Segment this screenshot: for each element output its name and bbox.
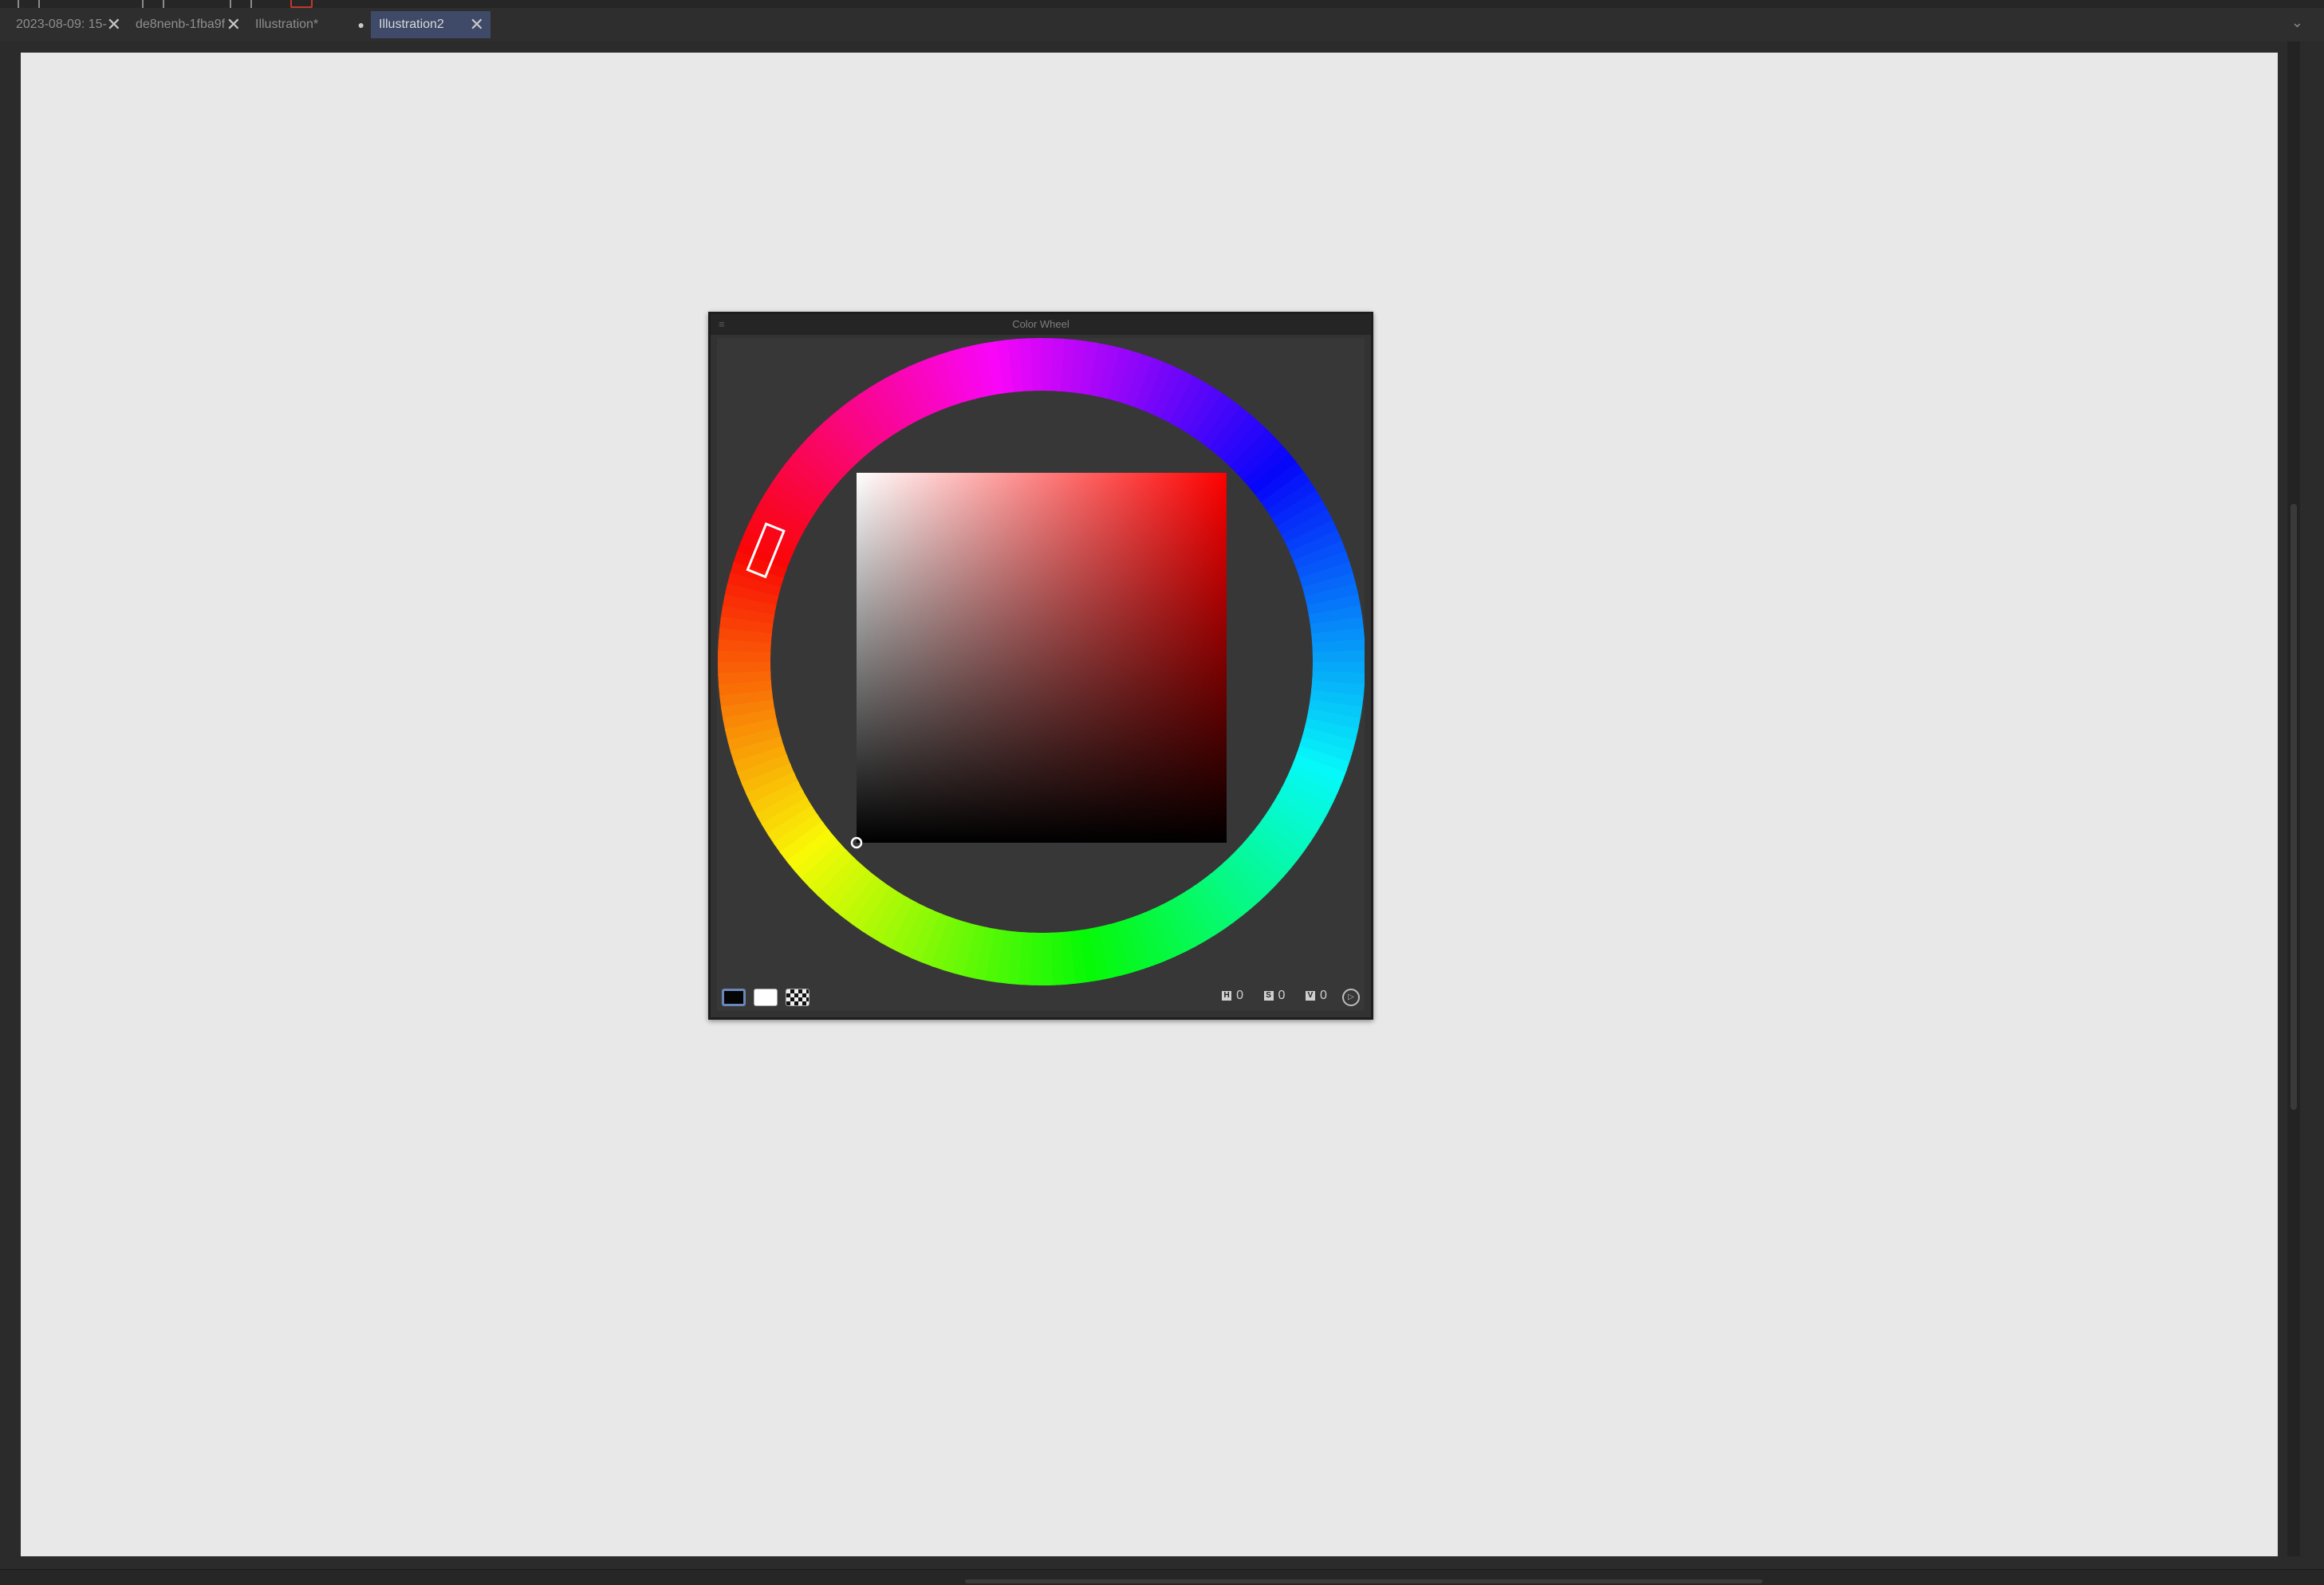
background-color-swatch[interactable]	[754, 989, 778, 1006]
close-icon[interactable]: ✕	[107, 11, 121, 38]
foreground-color-swatch[interactable]	[722, 989, 746, 1006]
close-icon[interactable]: ✕	[226, 11, 241, 38]
color-indicator-icon[interactable]	[290, 0, 313, 8]
modified-dot-icon: ●	[357, 18, 364, 31]
tab-label: Illustration2	[379, 18, 444, 31]
menu-icon[interactable]: ≡	[719, 314, 725, 335]
saturation-value[interactable]: 0	[1278, 989, 1288, 1003]
value-value[interactable]: 0	[1320, 989, 1329, 1003]
chevron-down-icon[interactable]: ⌄	[2291, 14, 2303, 31]
right-docker-edge	[2278, 41, 2324, 1556]
value-label: V	[1306, 991, 1315, 1001]
transparent-color-swatch[interactable]	[786, 989, 809, 1006]
color-wheel-docker: ≡ Color Wheel H 0 S 0 V 0 ▷	[708, 312, 1373, 1020]
tab-document-3[interactable]: Illustration* ●	[247, 11, 371, 38]
hue-value[interactable]: 0	[1236, 989, 1246, 1003]
tab-label: Illustration*	[255, 18, 319, 31]
scrollbar-thumb[interactable]	[2291, 504, 2297, 1110]
docker-body: H0 S0 V0 ▷	[717, 338, 1365, 1011]
document-tab-bar: 2023-08-09: 15- ✕ de8nenb-1fba9f ✕ Illus…	[0, 8, 2324, 41]
horizontal-scrollbar[interactable]	[965, 1579, 1763, 1583]
docker-title: Color Wheel	[1012, 318, 1069, 330]
settings-icon[interactable]: ▷	[1342, 989, 1360, 1006]
saturation-value-square[interactable]	[857, 473, 1227, 843]
color-wheel	[718, 338, 1365, 985]
vertical-scrollbar[interactable]	[2287, 41, 2300, 1556]
hue-label: H	[1222, 991, 1232, 1001]
color-wheel-controls: H0 S0 V0 ▷	[717, 982, 1365, 1011]
close-icon[interactable]: ✕	[470, 11, 484, 38]
tab-document-2[interactable]: de8nenb-1fba9f ✕	[128, 11, 247, 38]
saturation-label: S	[1263, 991, 1274, 1001]
tab-label: 2023-08-09: 15-	[16, 18, 107, 31]
tab-document-1[interactable]: 2023-08-09: 15- ✕	[8, 11, 128, 38]
hsv-readout: H0 S0 V0	[1207, 989, 1329, 1005]
docker-titlebar[interactable]: ≡ Color Wheel	[711, 314, 1371, 335]
tab-label: de8nenb-1fba9f	[136, 18, 225, 31]
left-toolbox-edge	[0, 41, 21, 1556]
tab-document-4[interactable]: Illustration2 ✕	[371, 11, 490, 38]
status-bar	[0, 1569, 2324, 1585]
